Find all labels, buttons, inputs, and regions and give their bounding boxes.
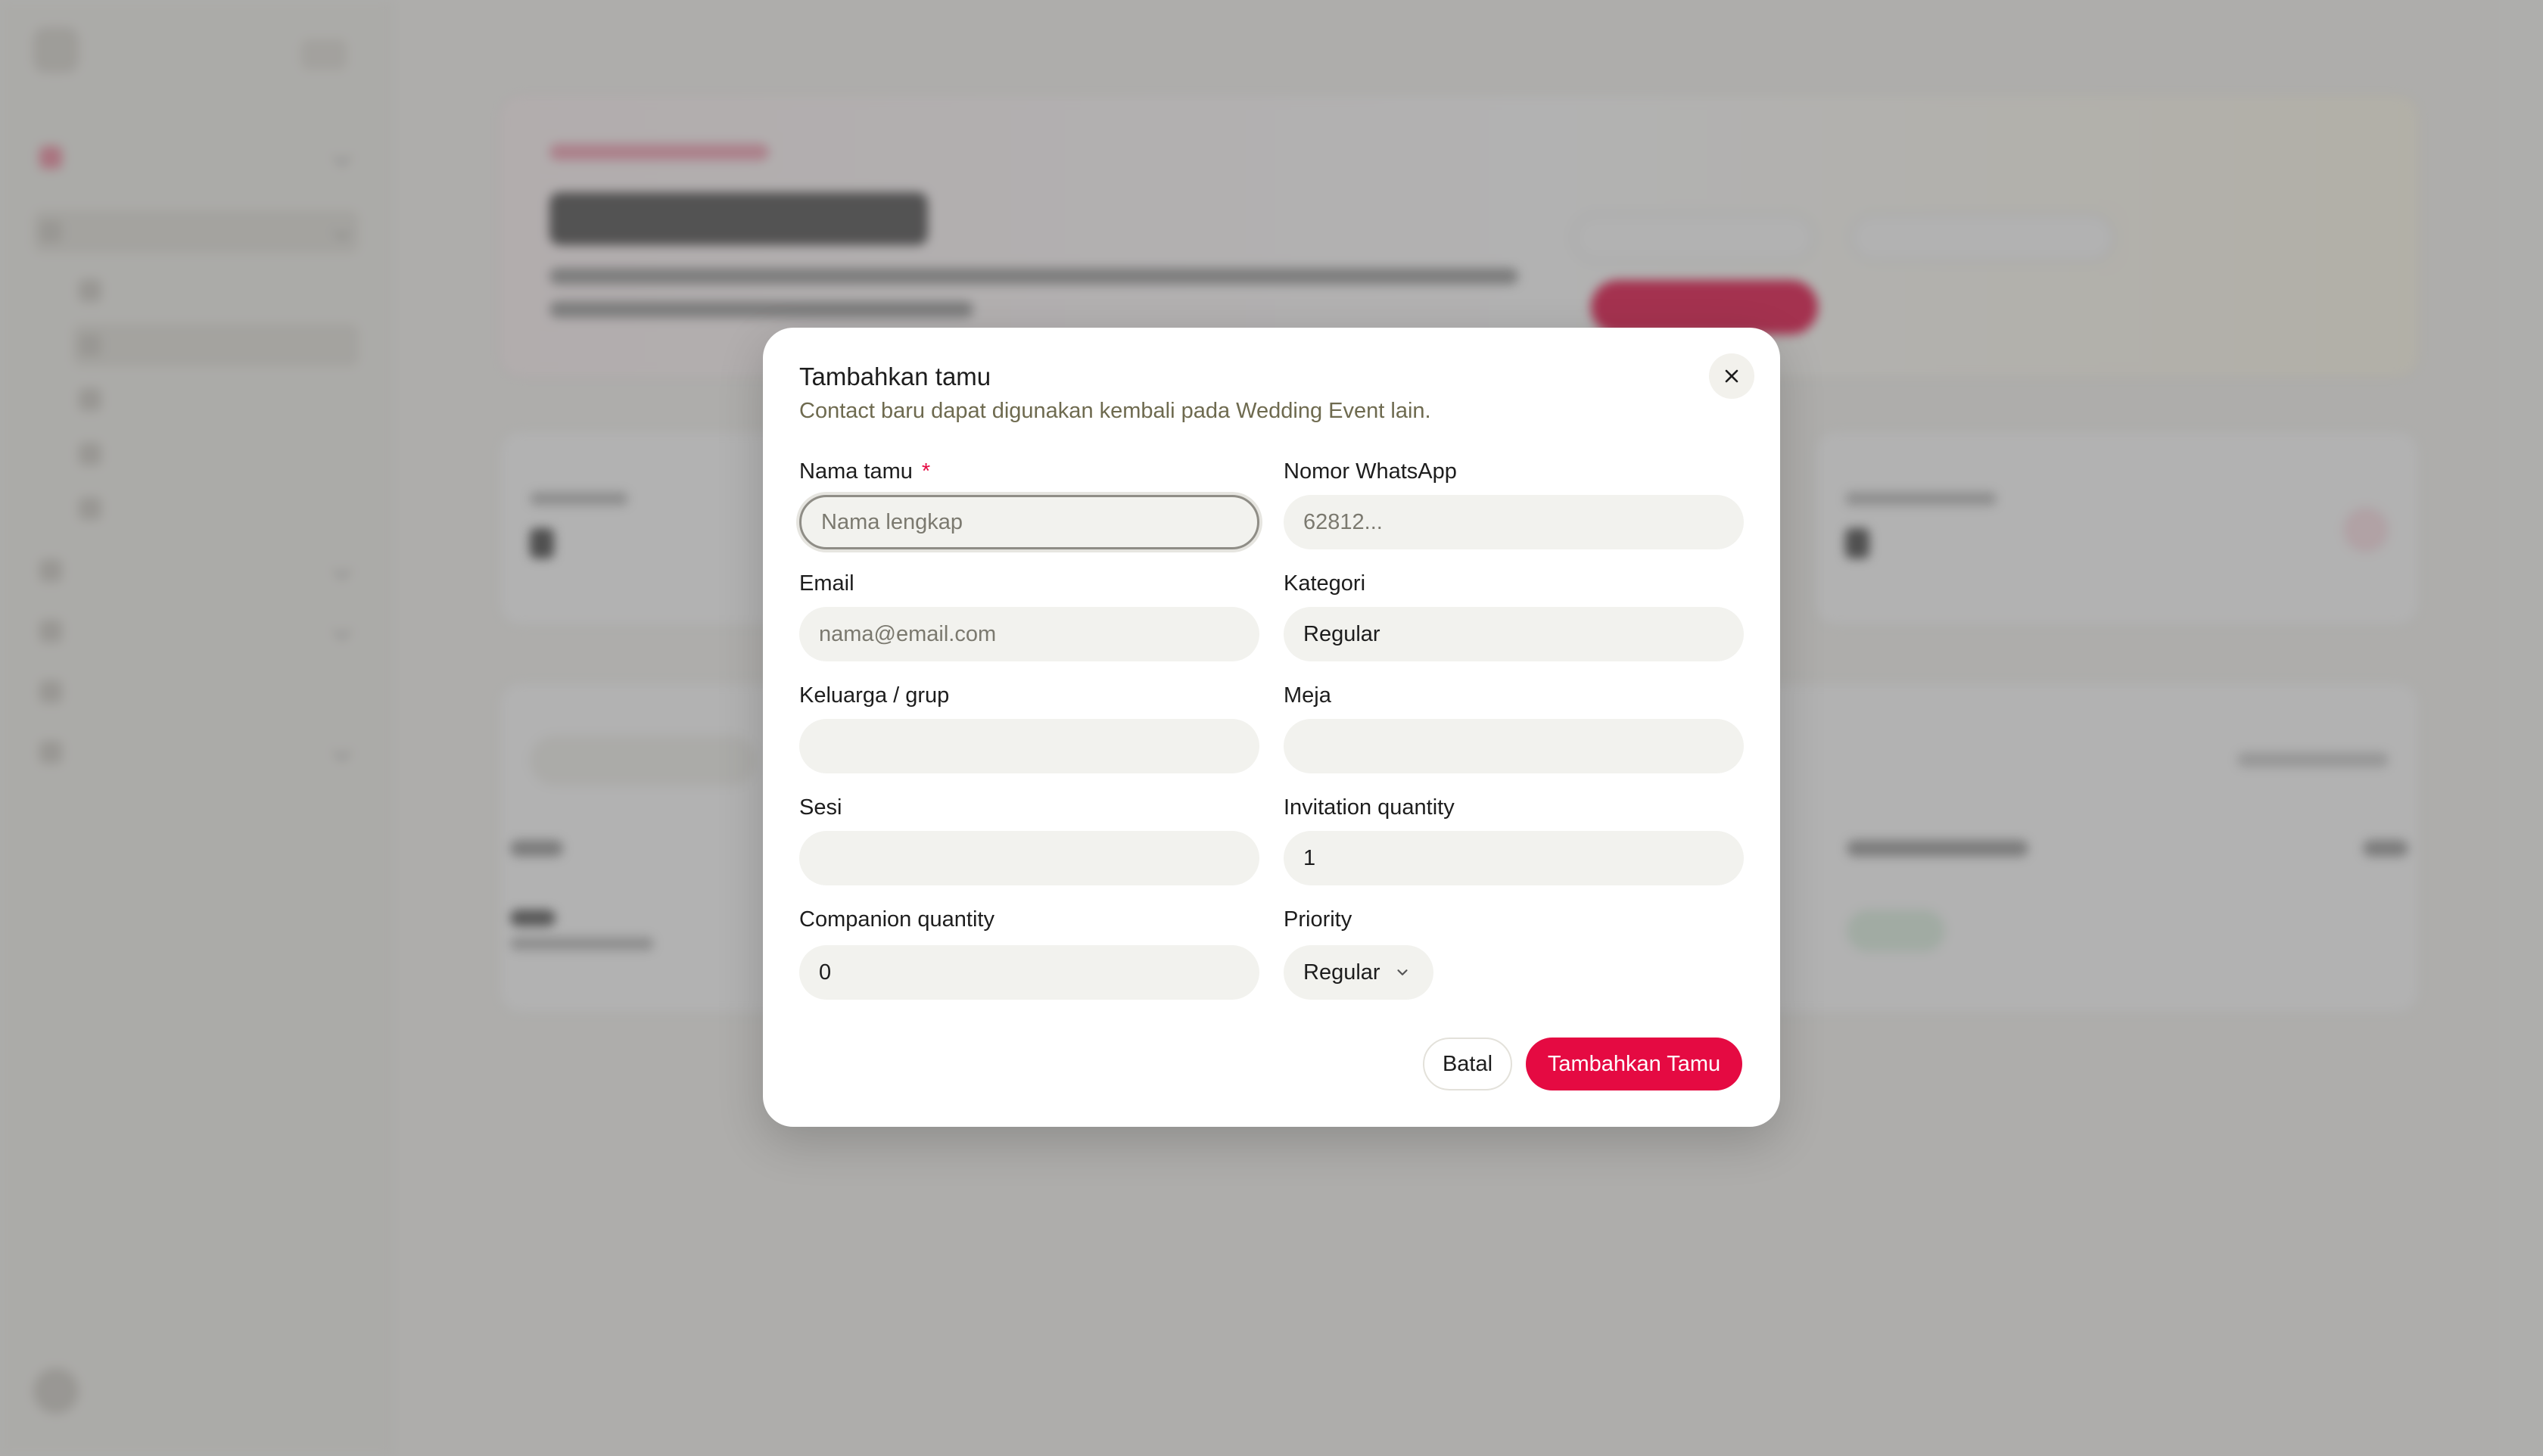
session-input[interactable] — [799, 831, 1259, 885]
email-label: Email — [799, 571, 854, 596]
dialog-description: Contact baru dapat digunakan kembali pad… — [799, 399, 1431, 423]
invitation-quantity-label: Invitation quantity — [1284, 795, 1455, 820]
close-icon — [1725, 369, 1738, 383]
cancel-button[interactable]: Batal — [1423, 1038, 1512, 1090]
priority-label: Priority — [1284, 907, 1352, 932]
table-label: Meja — [1284, 683, 1331, 708]
close-button[interactable] — [1709, 353, 1754, 399]
whatsapp-input[interactable] — [1284, 495, 1744, 549]
invitation-quantity-input[interactable] — [1284, 831, 1744, 885]
priority-select[interactable]: Regular — [1284, 945, 1433, 1000]
priority-selected-value: Regular — [1303, 960, 1380, 985]
category-input[interactable] — [1284, 607, 1744, 661]
name-label: Nama tamu * — [799, 459, 931, 484]
family-group-label: Keluarga / grup — [799, 683, 950, 708]
companion-quantity-label: Companion quantity — [799, 907, 994, 932]
guest-name-input[interactable] — [799, 495, 1259, 549]
required-marker: * — [921, 459, 931, 484]
email-input[interactable] — [799, 607, 1259, 661]
add-guest-dialog: Tambahkan tamu Contact baru dapat diguna… — [763, 328, 1780, 1127]
whatsapp-label: Nomor WhatsApp — [1284, 459, 1457, 484]
add-guest-button[interactable]: Tambahkan Tamu — [1526, 1038, 1742, 1090]
session-label: Sesi — [799, 795, 842, 820]
category-label: Kategori — [1284, 571, 1366, 596]
table-input[interactable] — [1284, 719, 1744, 773]
family-group-input[interactable] — [799, 719, 1259, 773]
chevron-down-icon — [1396, 969, 1408, 975]
companion-quantity-input[interactable] — [799, 945, 1259, 1000]
dialog-title: Tambahkan tamu — [799, 362, 991, 390]
